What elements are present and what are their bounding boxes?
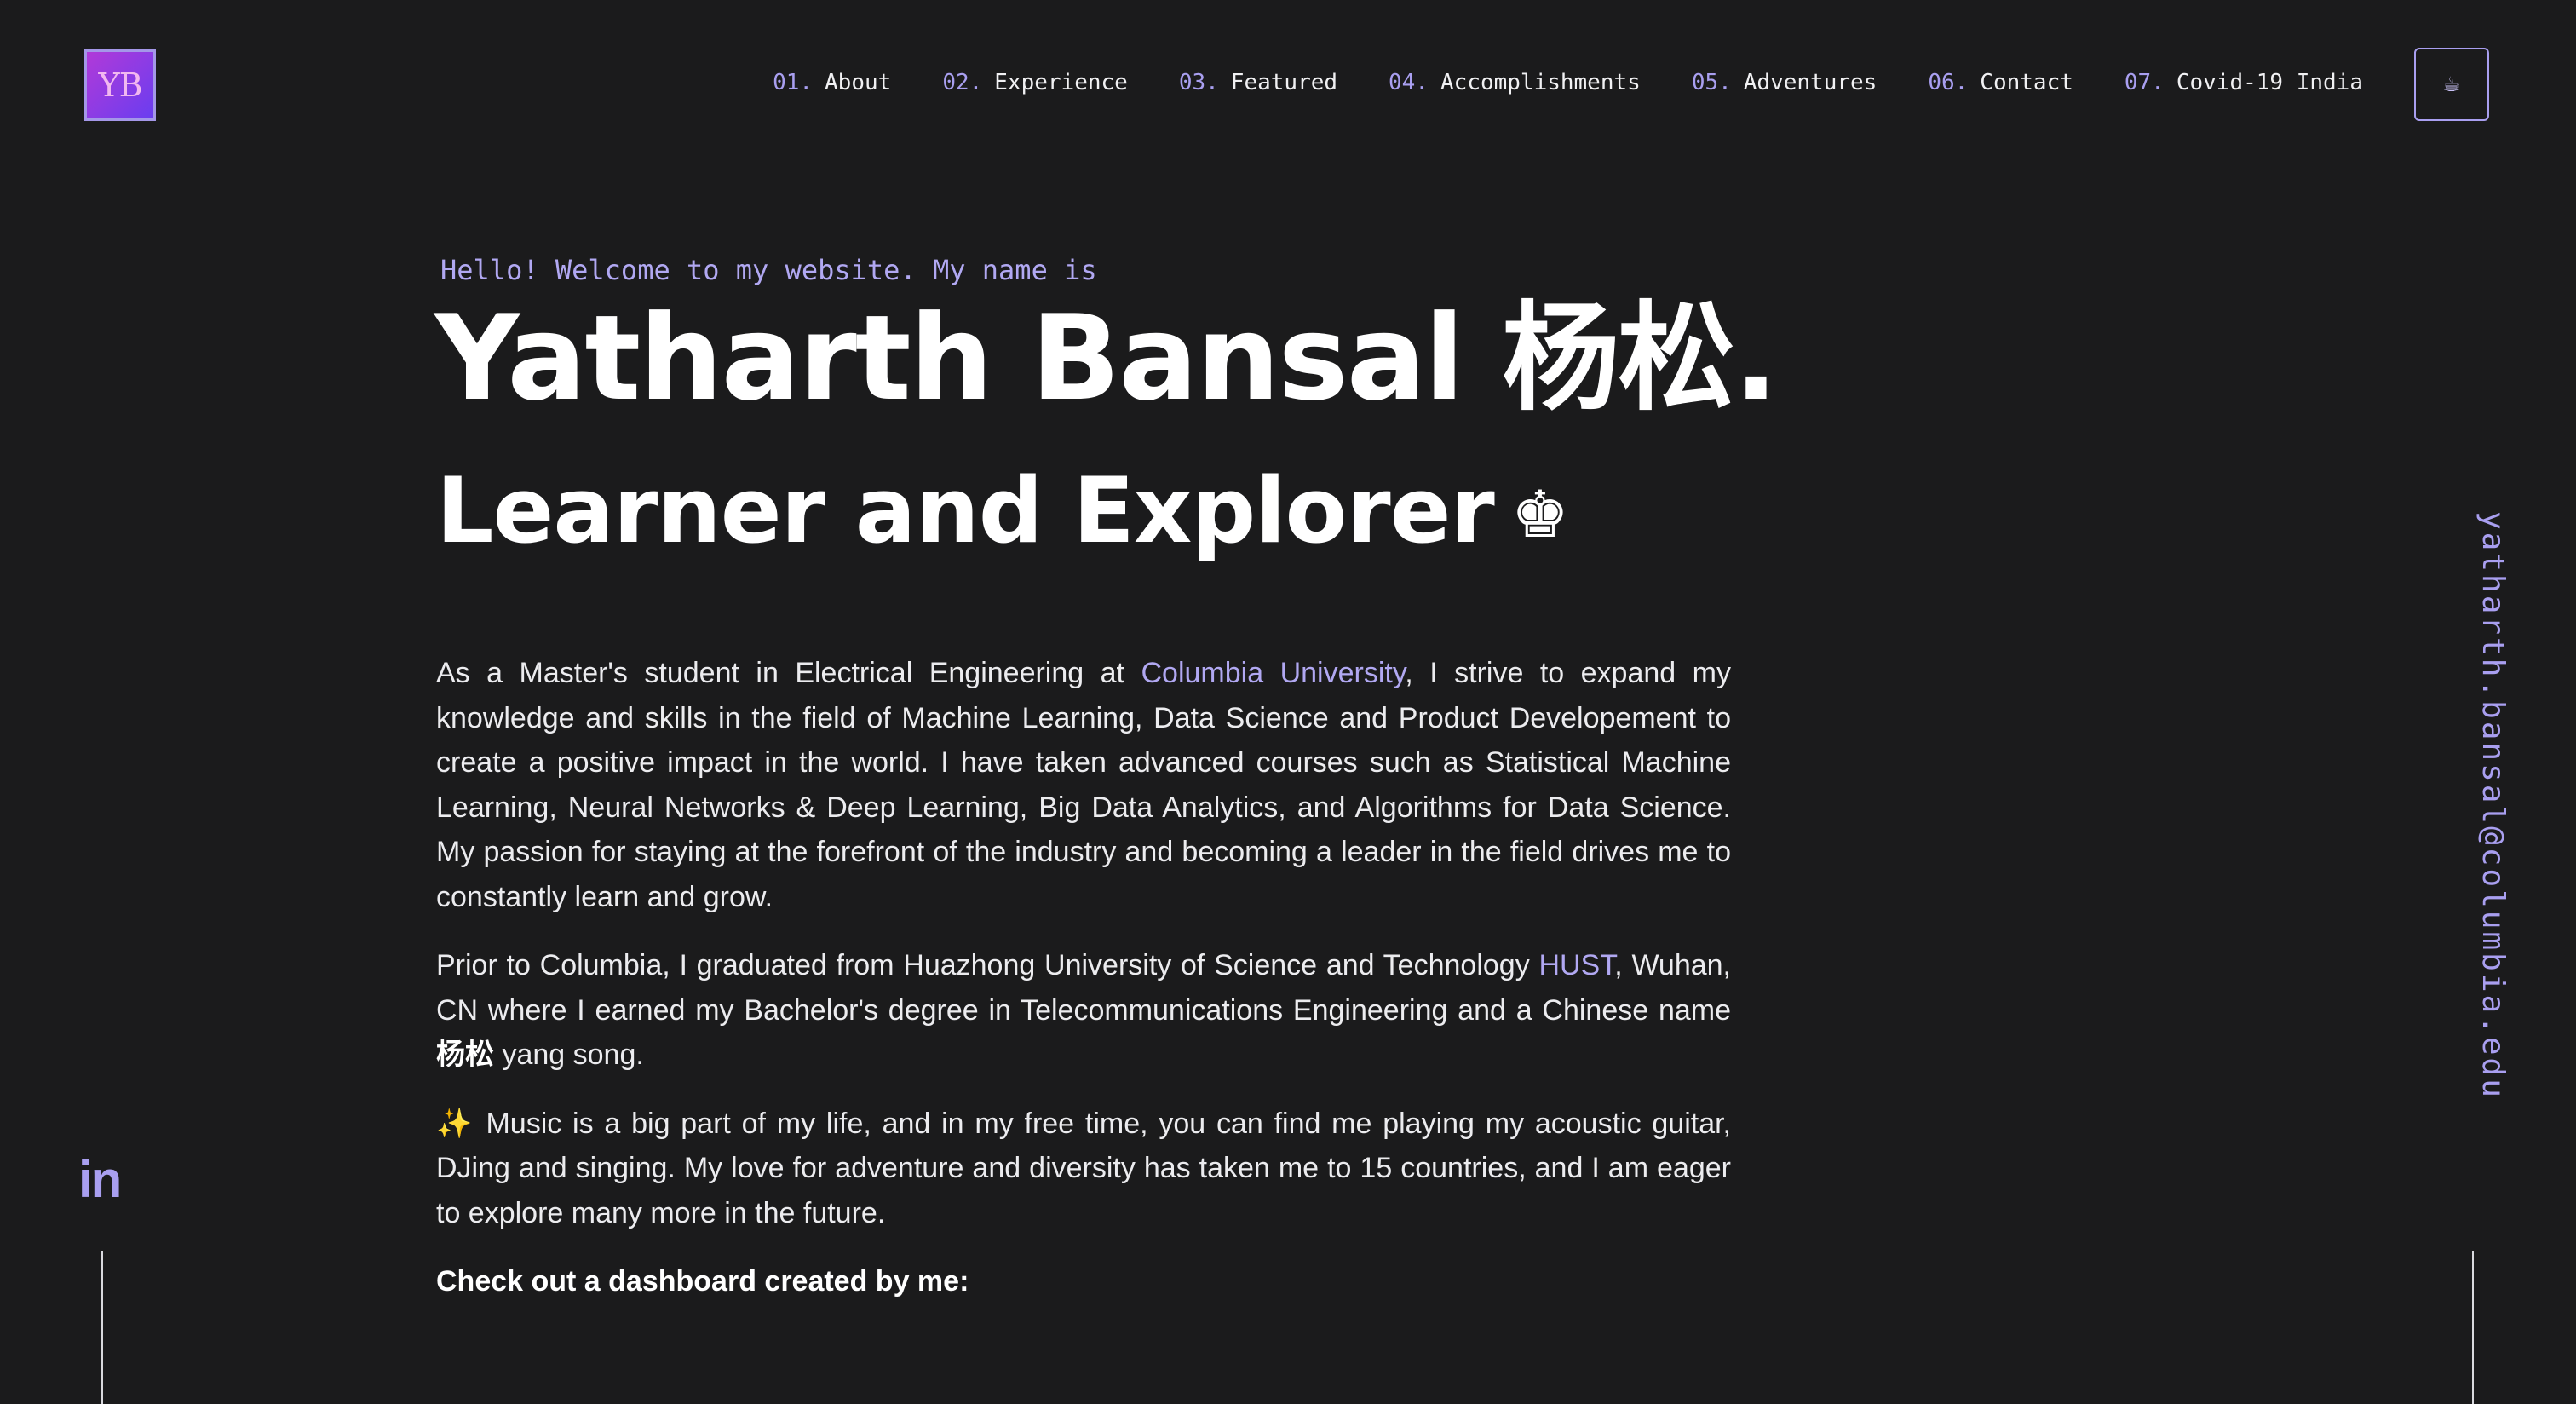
bio-text: Music is a big part of my life, and in m… xyxy=(436,1107,1731,1229)
sparkles-icon: ✨ xyxy=(436,1107,475,1140)
nav-item-featured[interactable]: 03. Featured xyxy=(1179,70,1337,95)
nav-item-contact[interactable]: 06. Contact xyxy=(1928,70,2073,95)
email-link[interactable]: yatharth.bansal@columbia.edu xyxy=(2475,511,2510,1100)
hero-tagline-text: Learner and Explorer xyxy=(436,458,1495,563)
chinese-name: 杨松 xyxy=(436,1039,494,1071)
bio: As a Master's student in Electrical Engi… xyxy=(436,651,1731,1328)
nav-item-label: Covid-19 India xyxy=(2176,70,2363,95)
right-sidebar-line xyxy=(2472,1251,2474,1404)
nav-item-label: About xyxy=(825,70,892,95)
nav-item-covid[interactable]: 07. Covid-19 India xyxy=(2125,70,2363,95)
linkedin-icon[interactable]: in xyxy=(78,1150,122,1209)
chess-king-icon: ♚ xyxy=(1510,476,1569,552)
nav-item-number: 02. xyxy=(942,70,983,95)
left-sidebar-line xyxy=(101,1251,103,1404)
bio-text: yang song. xyxy=(494,1039,644,1071)
nav-item-label: Experience xyxy=(994,70,1128,95)
nav-item-number: 01. xyxy=(773,70,814,95)
main-nav: 01. About 02. Experience 03. Featured 04. Ac… xyxy=(722,70,2363,95)
hero-name: Yatharth Bansal 杨松. xyxy=(434,290,1779,427)
hust-link[interactable]: HUST xyxy=(1538,949,1614,981)
logo-text: YB xyxy=(98,66,142,104)
nav-item-experience[interactable]: 02. Experience xyxy=(942,70,1128,95)
bio-paragraph-2: Prior to Columbia, I graduated from Huaz… xyxy=(436,943,1731,1078)
columbia-link[interactable]: Columbia University xyxy=(1141,657,1405,689)
nav-item-number: 07. xyxy=(2124,70,2165,95)
bio-paragraph-1: As a Master's student in Electrical Engi… xyxy=(436,651,1731,919)
nav-item-label: Accomplishments xyxy=(1440,70,1641,95)
dashboard-cta: Check out a dashboard created by me: xyxy=(436,1265,969,1298)
bio-paragraph-3: ✨ Music is a big part of my life, and in… xyxy=(436,1102,1731,1236)
page: YB 01. About 02. Experience 03. Featured 04… xyxy=(0,0,2576,1404)
nav-item-number: 04. xyxy=(1389,70,1429,95)
nav-item-about[interactable]: 01. About xyxy=(773,70,891,95)
coffee-icon: ☕ xyxy=(2442,72,2461,96)
nav-item-accomplishments[interactable]: 04. Accomplishments xyxy=(1389,70,1641,95)
nav-item-number: 06. xyxy=(1928,70,1969,95)
bio-text: As a Master's student in Electrical Engi… xyxy=(436,657,1141,689)
bio-text: , I strive to expand my knowledge and sk… xyxy=(436,657,1731,913)
nav-item-number: 03. xyxy=(1178,70,1219,95)
nav-item-label: Featured xyxy=(1230,70,1338,95)
hero-tagline: Learner and Explorer ♚ xyxy=(436,461,1569,561)
nav-item-label: Contact xyxy=(1980,70,2073,95)
bio-text: Prior to Columbia, I graduated from Huaz… xyxy=(436,949,1539,981)
nav-item-label: Adventures xyxy=(1743,70,1877,95)
nav-item-adventures[interactable]: 05. Adventures xyxy=(1692,70,1877,95)
nav-item-number: 05. xyxy=(1691,70,1732,95)
coffee-button[interactable]: ☕ xyxy=(2414,48,2489,121)
logo[interactable]: YB xyxy=(84,49,156,121)
hero-greeting: Hello! Welcome to my website. My name is xyxy=(440,254,1097,286)
